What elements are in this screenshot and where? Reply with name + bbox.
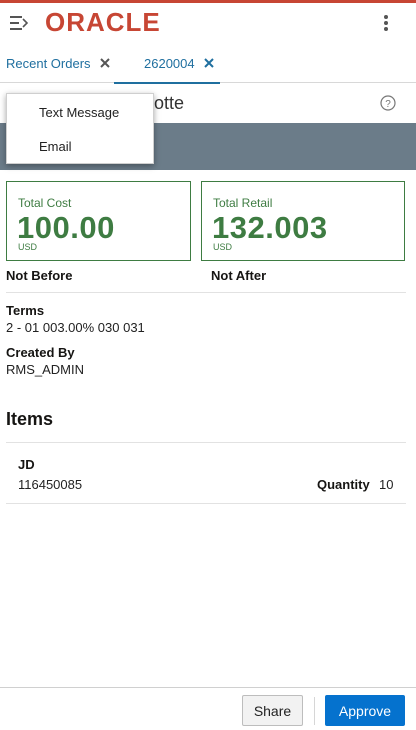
created-by-value: RMS_ADMIN bbox=[6, 362, 85, 377]
tab-label: 2620004 bbox=[144, 55, 195, 71]
oracle-logo: ORACLE bbox=[45, 10, 161, 34]
share-menu-popup: Text Message Email bbox=[6, 93, 154, 164]
app-header: ORACLE bbox=[0, 3, 416, 43]
created-by-label: Created By bbox=[6, 345, 75, 360]
list-item[interactable]: JD 116450085 Quantity 10 bbox=[6, 443, 406, 503]
not-before-label: Not Before bbox=[6, 268, 73, 283]
not-after-label: Not After bbox=[211, 268, 267, 283]
total-retail-card: Total Retail 132.003 USD bbox=[201, 181, 405, 261]
item-name: JD bbox=[18, 457, 35, 472]
quantity-label: Quantity bbox=[317, 477, 370, 492]
quantity-value: 10 bbox=[379, 477, 394, 492]
close-icon[interactable] bbox=[203, 57, 215, 69]
terms-value: 2 - 01 003.00% 030 031 bbox=[6, 320, 145, 335]
tab-bar: Recent Orders 2620004 bbox=[0, 43, 416, 84]
tab-label: Recent Orders bbox=[6, 55, 91, 71]
card-value: 100.00 bbox=[17, 210, 115, 245]
help-icon[interactable]: ? bbox=[380, 95, 396, 111]
page-title: otte bbox=[154, 93, 185, 113]
card-unit: USD bbox=[213, 242, 233, 252]
menu-item-email[interactable]: Email bbox=[7, 130, 153, 164]
card-value: 132.003 bbox=[212, 210, 328, 245]
menu-item-text-message[interactable]: Text Message bbox=[7, 96, 153, 130]
svg-text:?: ? bbox=[385, 99, 391, 110]
approve-button[interactable]: Approve bbox=[325, 695, 405, 726]
total-cost-card: Total Cost 100.00 USD bbox=[6, 181, 191, 261]
items-section-title: Items bbox=[6, 409, 54, 429]
close-icon[interactable] bbox=[99, 57, 111, 69]
card-label: Total Cost bbox=[18, 196, 72, 210]
tab-order-2620004[interactable]: 2620004 bbox=[114, 43, 220, 84]
divider bbox=[6, 503, 406, 504]
tab-recent-orders[interactable]: Recent Orders bbox=[6, 43, 111, 83]
card-unit: USD bbox=[18, 242, 38, 252]
footer-separator bbox=[314, 697, 315, 725]
terms-label: Terms bbox=[6, 303, 45, 318]
item-number: 116450085 bbox=[18, 477, 83, 492]
card-label: Total Retail bbox=[213, 196, 273, 210]
svg-text:ORACLE: ORACLE bbox=[45, 10, 161, 34]
action-footer: Share Approve bbox=[0, 687, 416, 730]
kebab-menu-icon[interactable] bbox=[376, 11, 396, 35]
hamburger-menu-icon[interactable] bbox=[10, 15, 28, 31]
share-button[interactable]: Share bbox=[242, 695, 303, 726]
divider bbox=[6, 292, 406, 293]
